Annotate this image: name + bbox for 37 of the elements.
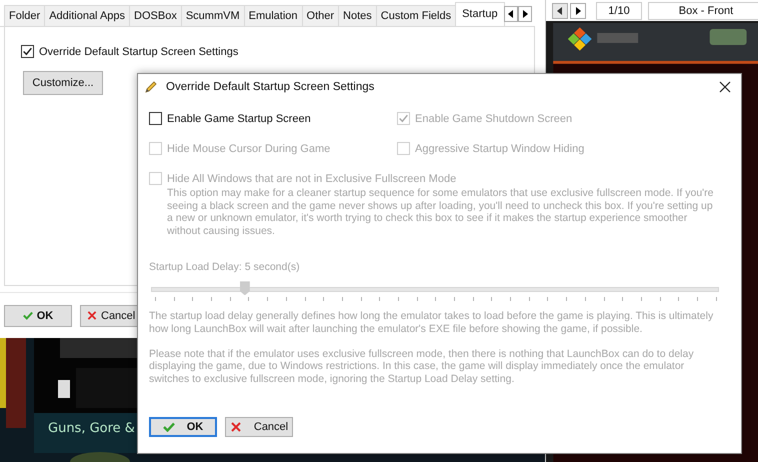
scroll-left-icon[interactable] <box>504 6 518 22</box>
game-title: Guns, Gore & <box>48 421 135 436</box>
ok-button[interactable]: OK <box>149 417 217 438</box>
tab[interactable]: Startup <box>455 2 505 26</box>
checkbox[interactable] <box>149 112 162 125</box>
tab[interactable]: Additional Apps <box>44 5 130 26</box>
tab[interactable]: Other <box>302 5 340 26</box>
customize-button[interactable]: Customize... <box>23 71 103 95</box>
pencil-icon <box>144 80 158 94</box>
image-type-field[interactable]: Box - Front <box>648 2 758 20</box>
next-icon[interactable] <box>570 2 586 18</box>
scroll-right-icon[interactable] <box>518 6 532 22</box>
delay-label: Startup Load Delay: 5 second(s) <box>149 261 301 274</box>
tab[interactable]: Notes <box>338 5 377 26</box>
ok-button[interactable]: OK <box>4 304 72 326</box>
checkbox-label: Aggressive Startup Window Hiding <box>415 142 584 154</box>
checkmark-icon <box>22 311 33 320</box>
close-icon <box>87 311 97 320</box>
previous-icon[interactable] <box>552 2 568 18</box>
checkbox-label: Hide Mouse Cursor During Game <box>167 142 330 154</box>
checkbox[interactable] <box>21 45 34 58</box>
page-counter: 1/10 <box>596 2 642 20</box>
checkbox-label: Override Default Startup Screen Settings <box>39 46 238 58</box>
tab[interactable]: Folder <box>4 5 46 26</box>
close-icon <box>230 422 242 432</box>
tab[interactable]: Custom Fields <box>376 5 456 26</box>
checkbox-label: Hide All Windows that are not in Exclusive Fullscreen Mode <box>167 172 456 184</box>
tab[interactable]: Emulation <box>244 5 303 26</box>
checkmark-icon <box>162 422 175 432</box>
help-text: Please note that if the emulator uses exclusive fullscreen mode, then there is nothing that LaunchBox can do to delay displaying the game, due to Windows restrictions. In this case, the game will display immediately once the emulator switches to exclusive fullscreen mode, ignoring the Startup Load Delay setting. <box>149 348 695 386</box>
tab[interactable]: DOSBox <box>129 5 182 26</box>
checkbox-label: Enable Game Startup Screen <box>167 112 311 124</box>
dialog-title: Override Default Startup Screen Settings <box>166 81 376 93</box>
help-text: The startup load delay generally defines how long the emulator takes to load before the game is playing. This is ultimately how long LaunchBox will wait after launching the emulator's EXE file before showing the game, if possible. <box>149 310 714 336</box>
tab[interactable]: ScummVM <box>180 5 245 26</box>
checkbox-label: Enable Game Shutdown Screen <box>415 112 572 124</box>
cancel-button[interactable]: Cancel <box>225 417 293 438</box>
